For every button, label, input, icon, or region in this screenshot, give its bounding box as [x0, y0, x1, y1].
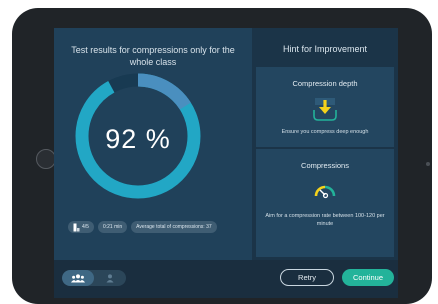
manikin-icon [73, 223, 80, 231]
compression-rate-gauge-icon [314, 185, 336, 199]
compressions-chip: Average total of compressions: 37 [131, 221, 217, 233]
compression-depth-icon [313, 98, 337, 121]
participants-chip: 4/5 [68, 221, 94, 233]
retry-button[interactable]: Retry [280, 269, 334, 286]
home-button[interactable] [36, 149, 56, 169]
stats-row: 4/5 0:21 min Average total of compressio… [68, 221, 217, 233]
hint-card-text: Ensure you compress deep enough [281, 129, 369, 135]
individual-view-button[interactable] [94, 270, 126, 286]
hint-card-title: Compressions [301, 161, 349, 170]
hint-card-depth: Compression depth Ensure you compress de… [256, 67, 394, 147]
duration-chip: 0:21 min [97, 221, 128, 233]
hint-title: Hint for Improvement [282, 44, 368, 54]
group-icon [71, 273, 85, 282]
hint-card-rate: Compressions Aim for a compression rate … [256, 149, 394, 257]
hint-card-title: Compression depth [292, 79, 358, 88]
continue-button[interactable]: Continue [342, 269, 394, 286]
participants-count: 4/5 [82, 224, 89, 230]
group-view-button[interactable] [62, 270, 94, 286]
bottom-bar: Retry Continue [54, 260, 398, 298]
person-icon [106, 273, 114, 282]
compressions-total: Average total of compressions: 37 [136, 224, 212, 230]
duration-value: 0:21 min [102, 224, 123, 230]
app-screen: Test results for compressions only for t… [54, 28, 398, 298]
camera-icon [426, 162, 430, 166]
score-percent: 92 % [105, 124, 171, 154]
results-title: Test results for compressions only for t… [71, 45, 235, 67]
hint-card-text: Aim for a compression rate between 100-1… [265, 213, 385, 227]
view-toggle [62, 270, 126, 286]
